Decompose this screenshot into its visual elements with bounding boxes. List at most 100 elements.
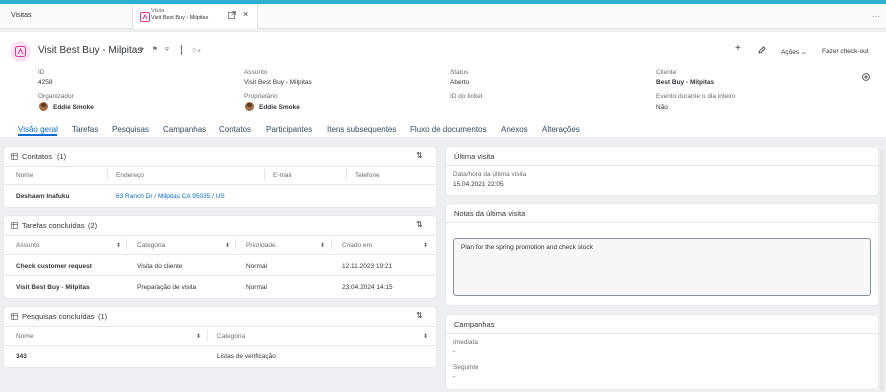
col-header-nome[interactable]: Nome <box>16 172 33 179</box>
tab-itens-subsequentes[interactable]: Itens subsequentes <box>327 125 396 134</box>
column-separator <box>235 239 236 250</box>
col-header-assunto[interactable]: Assunto <box>16 242 40 249</box>
organizador-value[interactable]: Eddie Smoke <box>53 104 94 111</box>
survey-category: Listas de verificação <box>217 353 276 360</box>
column-separator <box>207 330 208 341</box>
divider <box>446 222 878 223</box>
edit-pencil-icon[interactable] <box>758 46 766 54</box>
tab-participantes[interactable]: Participantes <box>266 125 312 134</box>
sort-icon[interactable]: ⇅ <box>416 152 423 160</box>
status-value: Aberto <box>450 79 470 86</box>
avatar <box>245 102 254 111</box>
col-header-telefone[interactable]: Telefone <box>355 172 380 179</box>
ultima-visita-label: Data/hora da última visita <box>453 171 527 178</box>
tab-contatos[interactable]: Contatos <box>219 125 251 134</box>
table-icon <box>11 153 18 160</box>
sort-arrows-icon[interactable]: ⬍ <box>225 242 230 249</box>
close-icon[interactable]: × <box>243 10 248 19</box>
more-icon[interactable]: ... <box>872 10 880 19</box>
col-header-categoria[interactable]: Categoria <box>217 333 245 340</box>
divider <box>446 333 878 334</box>
visit-object-icon <box>10 41 31 62</box>
tab-visao-geral[interactable]: Visão geral <box>18 125 58 134</box>
id-label: ID <box>38 69 45 76</box>
contact-name[interactable]: Deshawn Inafuku <box>16 193 69 200</box>
col-header-nome[interactable]: Nome <box>16 333 33 340</box>
campanhas-card <box>446 315 878 389</box>
contact-address-link[interactable]: 63 Ranch Dr / Milpitas CA 95035 / US <box>116 193 225 200</box>
task-priority: Normal <box>246 263 267 270</box>
col-header-email[interactable]: E-mail <box>273 172 291 179</box>
shell-title[interactable]: Visitas <box>11 12 32 19</box>
task-category: Preparação de visita <box>137 284 197 291</box>
actions-menu-button[interactable]: Ações ⌄ <box>781 48 806 56</box>
sort-icon[interactable]: ⇅ <box>416 312 423 320</box>
open-new-window-icon[interactable] <box>228 11 236 19</box>
pesquisas-title: Pesquisas concluídas <box>22 312 95 321</box>
sort-arrows-icon[interactable]: ⬍ <box>116 242 121 249</box>
cliente-label: Cliente <box>656 69 677 76</box>
sort-arrows-icon[interactable]: ⬍ <box>196 333 201 340</box>
avatar <box>39 102 48 111</box>
task-subject[interactable]: Check customer request <box>16 263 92 270</box>
tab-alteracoes[interactable]: Alterações <box>542 125 580 134</box>
tab-campanhas[interactable]: Campanhas <box>163 125 206 134</box>
visit-icon <box>140 12 150 22</box>
assunto-value: Visit Best Buy - Milpitas <box>244 79 312 86</box>
flag-icon[interactable]: ⚑ <box>152 46 158 54</box>
scrollbar[interactable] <box>880 150 884 390</box>
rss-follow-icon[interactable]: ᯤ <box>164 46 170 54</box>
contatos-count: (1) <box>57 152 67 161</box>
tab-type-label: Visita <box>151 8 165 14</box>
task-created: 12.11.2023 19:21 <box>342 263 393 270</box>
column-separator <box>264 169 265 180</box>
sort-icon[interactable]: ⇅ <box>416 221 423 229</box>
seguinte-value: - <box>453 373 456 380</box>
tarefas-title: Tarefas concluídas <box>22 221 85 230</box>
col-header-prioridade[interactable]: Prioridade <box>246 242 276 249</box>
column-separator <box>107 169 108 180</box>
col-header-endereco[interactable]: Endereço <box>116 172 144 179</box>
divider <box>4 254 436 255</box>
evento-label: Evento durante o dia inteiro <box>656 93 736 100</box>
col-header-categoria[interactable]: Categoria <box>137 242 165 249</box>
divider <box>4 184 436 185</box>
tab-anexos[interactable]: Anexos <box>501 125 528 134</box>
assunto-label: Assunto <box>244 69 268 76</box>
sort-arrows-icon[interactable]: ⬍ <box>423 333 428 340</box>
survey-name[interactable]: 343 <box>16 353 27 360</box>
add-tag-icon[interactable]: ⌔+ <box>191 46 201 55</box>
sort-arrows-icon[interactable]: ⬍ <box>320 242 325 249</box>
tab-pesquisas[interactable]: Pesquisas <box>112 125 149 134</box>
task-priority: Normal <box>246 284 267 291</box>
notas-title: Notas da última visita <box>454 209 526 218</box>
chevron-down-icon: ⌄ <box>799 49 807 56</box>
add-circle-icon[interactable] <box>862 73 870 81</box>
imediata-label: Imediata <box>453 339 478 346</box>
ultima-visita-value: 15.04.2021 22:05 <box>453 181 504 188</box>
sort-arrows-icon[interactable]: ⬍ <box>423 242 428 249</box>
imediata-value: - <box>453 348 456 355</box>
favorite-star-icon[interactable]: ★ <box>139 46 145 54</box>
cliente-value[interactable]: Best Buy - Milpitas <box>656 79 714 86</box>
ticket-label: ID do ticket <box>450 93 483 100</box>
actions-menu-label: Ações <box>781 49 800 56</box>
divider <box>4 166 436 167</box>
tab-fluxo-documentos[interactable]: Fluxo de documentos <box>410 125 487 134</box>
divider <box>4 345 436 346</box>
task-category: Visita do cliente <box>137 263 183 270</box>
table-icon <box>11 313 18 320</box>
task-subject[interactable]: Visit Best Buy - Milpitas <box>16 284 90 291</box>
check-out-button[interactable]: Fazer check-out <box>822 48 869 55</box>
tab-name-label: Visit Best Buy - Milpitas <box>151 15 209 21</box>
divider <box>4 275 436 276</box>
notes-text: Plan for the spring promotion and check … <box>461 244 593 251</box>
header-separator <box>181 45 182 55</box>
proprietario-value[interactable]: Eddie Smoke <box>259 104 300 111</box>
add-button[interactable]: + <box>735 44 741 54</box>
column-separator <box>331 239 332 250</box>
page-title: Visit Best Buy - Milpitas <box>38 45 143 56</box>
divider <box>4 326 436 327</box>
col-header-criado-em[interactable]: Criado em <box>342 242 372 249</box>
tab-tarefas[interactable]: Tarefas <box>72 125 98 134</box>
